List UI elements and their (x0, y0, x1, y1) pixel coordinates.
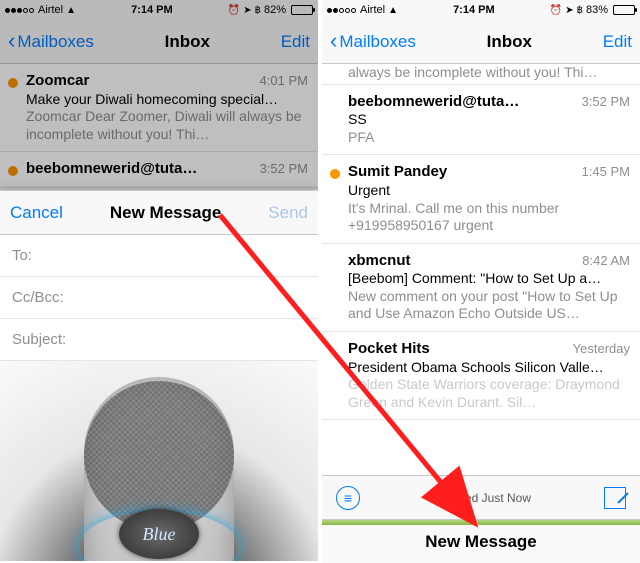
filter-icon[interactable]: ≡ (336, 486, 360, 510)
carrier-label: Airtel (38, 4, 63, 16)
inbox-title: Inbox (487, 32, 532, 52)
message-row[interactable]: Pocket Hits Yesterday President Obama Sc… (322, 332, 640, 420)
unread-dot-icon (330, 169, 340, 179)
message-list[interactable]: Zoomcar 4:01 PM Make your Diwali homecom… (0, 64, 318, 191)
message-preview: Golden State Warriors coverage: Draymond… (348, 376, 630, 411)
message-row[interactable]: Sumit Pandey 1:45 PM Urgent It's Mrinal.… (322, 155, 640, 243)
chevron-left-icon: ‹ (8, 30, 15, 52)
draft-title: New Message (425, 532, 537, 552)
unread-dot-icon (8, 78, 18, 88)
message-subject: Make your Diwali homecoming special… (26, 91, 308, 109)
minimized-draft-bar[interactable]: New Message (322, 519, 640, 563)
chevron-left-icon: ‹ (330, 30, 337, 52)
unread-dot-icon (8, 166, 18, 176)
message-from: Zoomcar (26, 72, 89, 91)
message-row[interactable]: always be incomplete without you! Thi… (322, 64, 640, 85)
inbox-title: Inbox (165, 32, 210, 52)
battery-icon (613, 5, 635, 15)
attachment-image[interactable]: Blue (0, 361, 318, 561)
message-subject: President Obama Schools Silicon Valle… (348, 359, 630, 377)
inbox-toolbar: ≡ Updated Just Now (322, 475, 640, 519)
subject-field[interactable]: Subject: (0, 319, 318, 361)
battery-percent-label: 82% (264, 4, 286, 16)
message-row[interactable]: beebomnewerid@tuta… 3:52 PM (0, 152, 318, 188)
back-label: Mailboxes (339, 32, 416, 52)
bluetooth-icon: ฿ (255, 5, 261, 16)
status-bar: Airtel ▲ 7:14 PM ⏰ ➤ ฿ 83% (322, 0, 640, 20)
battery-percent-label: 83% (586, 4, 608, 16)
message-time: 3:52 PM (254, 161, 308, 177)
clock-label: 7:14 PM (453, 4, 495, 16)
alarm-icon: ⏰ (228, 5, 240, 16)
alarm-icon: ⏰ (550, 5, 562, 16)
compose-sheet: Cancel New Message Send To: Cc/Bcc: Subj… (0, 190, 318, 563)
back-mailboxes-button[interactable]: ‹ Mailboxes (330, 32, 416, 52)
signal-dots-icon (5, 4, 35, 16)
message-time: 4:01 PM (254, 73, 308, 89)
bluetooth-icon: ฿ (577, 5, 583, 16)
wifi-icon: ▲ (66, 5, 76, 16)
battery-icon (291, 5, 313, 15)
message-preview: PFA (348, 129, 630, 147)
message-from: Pocket Hits (348, 340, 430, 359)
message-subject: [Beebom] Comment: "How to Set Up a… (348, 270, 630, 288)
message-row[interactable]: Zoomcar 4:01 PM Make your Diwali homecom… (0, 64, 318, 152)
to-field[interactable]: To: (0, 235, 318, 277)
message-subject: SS (348, 111, 630, 129)
message-preview: always be incomplete without you! Thi… (348, 64, 630, 82)
message-time: Yesterday (567, 341, 630, 357)
message-from: Sumit Pandey (348, 163, 447, 182)
compose-title: New Message (110, 203, 222, 223)
message-from: xbmcnut (348, 252, 411, 271)
message-subject: Urgent (348, 182, 630, 200)
message-time: 8:42 AM (576, 253, 630, 269)
phone-right: Airtel ▲ 7:14 PM ⏰ ➤ ฿ 83% ‹ Mailboxes I… (322, 0, 640, 563)
message-preview: New comment on your post "How to Set Up … (348, 288, 630, 323)
edit-button[interactable]: Edit (603, 32, 632, 52)
message-preview: It's Mrinal. Call me on this number +919… (348, 200, 630, 235)
ccbcc-field[interactable]: Cc/Bcc: (0, 277, 318, 319)
compose-navbar: Cancel New Message Send (0, 191, 318, 235)
back-label: Mailboxes (17, 32, 94, 52)
cancel-button[interactable]: Cancel (10, 203, 63, 223)
carrier-label: Airtel (360, 4, 385, 16)
message-row[interactable]: beebomnewerid@tuta… 3:52 PM SS PFA (322, 85, 640, 156)
location-icon: ➤ (565, 5, 573, 16)
message-list[interactable]: always be incomplete without you! Thi… b… (322, 64, 640, 420)
mic-badge-label: Blue (119, 509, 199, 559)
message-row[interactable]: xbmcnut 8:42 AM [Beebom] Comment: "How t… (322, 244, 640, 332)
inbox-navbar: ‹ Mailboxes Inbox Edit (322, 20, 640, 64)
location-icon: ➤ (243, 5, 251, 16)
inbox-navbar: ‹ Mailboxes Inbox Edit (0, 20, 318, 64)
edit-button[interactable]: Edit (281, 32, 310, 52)
message-time: 1:45 PM (576, 164, 630, 180)
message-from: beebomnewerid@tuta… (348, 93, 519, 112)
draft-progress-bar (322, 520, 640, 525)
message-from: beebomnewerid@tuta… (26, 160, 197, 179)
clock-label: 7:14 PM (131, 4, 173, 16)
compose-icon[interactable] (604, 487, 626, 509)
signal-dots-icon (327, 4, 357, 16)
phone-left: Airtel ▲ 7:14 PM ⏰ ➤ ฿ 82% ‹ Mailboxes I… (0, 0, 318, 563)
status-bar: Airtel ▲ 7:14 PM ⏰ ➤ ฿ 82% (0, 0, 318, 20)
send-button[interactable]: Send (268, 203, 308, 223)
message-preview: Zoomcar Dear Zoomer, Diwali will always … (26, 108, 308, 143)
wifi-icon: ▲ (388, 5, 398, 16)
sync-status-label: Updated Just Now (433, 491, 531, 505)
back-mailboxes-button[interactable]: ‹ Mailboxes (8, 32, 94, 52)
message-time: 3:52 PM (576, 94, 630, 110)
